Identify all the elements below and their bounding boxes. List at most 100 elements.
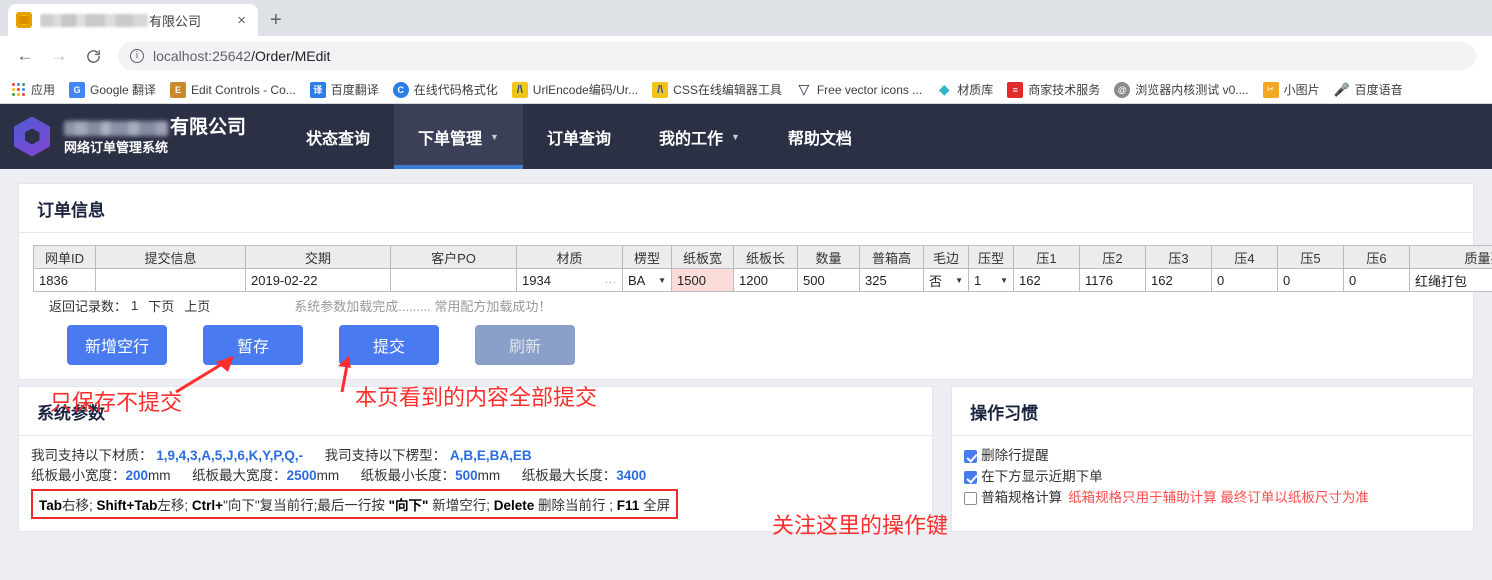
order-info-card: 订单信息 网单ID 提交信息 交期 客户PO 材质	[18, 183, 1474, 380]
prev-page-link[interactable]: 上页	[184, 296, 210, 315]
shortcut-text-4: 新增空行;	[428, 498, 493, 513]
table-row[interactable]: 1836 2019-02-22 1934 ... BA	[34, 269, 1492, 292]
tab-title: 有限公司	[40, 11, 233, 30]
info-icon[interactable]: i	[130, 49, 144, 63]
bookmark-code-format[interactable]: C 在线代码格式化	[393, 81, 498, 98]
cell-submit-info[interactable]	[96, 269, 246, 292]
add-empty-row-button[interactable]: 新增空行	[67, 325, 167, 365]
cell-delivery-date[interactable]: 2019-02-22	[246, 269, 391, 292]
material-library-icon: ◆	[936, 82, 952, 98]
cell-material[interactable]: 1934 ...	[517, 269, 623, 292]
bookmark-edit-controls[interactable]: E Edit Controls - Co...	[170, 82, 296, 98]
close-icon[interactable]: ×	[233, 12, 250, 29]
chevron-down-icon: ▼	[490, 132, 499, 142]
url-path: /Order/MEdit	[251, 48, 330, 64]
bookmark-small-image[interactable]: ✂ 小图片	[1263, 81, 1320, 98]
bookmark-css-tools[interactable]: /\ CSS在线编辑器工具	[652, 81, 782, 98]
bookmark-apps[interactable]: 应用	[10, 81, 55, 98]
merchant-service-icon: ≡	[1007, 82, 1023, 98]
shortcut-text-3: "向下"复当前行;最后一行按	[223, 498, 389, 513]
cell-press2[interactable]: 1176	[1080, 269, 1146, 292]
nav-item-help-doc[interactable]: 帮助文档	[764, 104, 876, 169]
shortcut-hint-box: Tab右移; Shift+Tab左移; Ctrl+"向下"复当前行;最后一行按 …	[31, 489, 678, 519]
chevron-down-icon[interactable]: ▼	[1000, 276, 1008, 285]
max-width-value: 2500	[287, 468, 317, 483]
checkbox-icon[interactable]	[964, 450, 977, 463]
bookmark-google-translate[interactable]: G Google 翻译	[69, 81, 156, 98]
bottom-panels: 系统参数 我司支持以下材质： 1,9,4,3,A,5,J,6,K,Y,P,Q,-…	[18, 386, 1474, 532]
bookmark-merchant-service[interactable]: ≡ 商家技术服务	[1007, 81, 1100, 98]
bookmark-label: 材质库	[957, 81, 993, 98]
shortcut-text-2: 左移;	[157, 498, 192, 513]
refresh-button: 刷新	[475, 325, 575, 365]
bookmark-label: 应用	[31, 81, 55, 98]
cell-press4[interactable]: 0	[1212, 269, 1278, 292]
col-press5: 压5	[1278, 246, 1344, 269]
nav-label: 我的工作	[659, 125, 723, 149]
cell-burr[interactable]: 否 ▼	[924, 269, 969, 292]
bookmark-browser-core-test[interactable]: @ 浏览器内核测试 v0....	[1114, 81, 1248, 98]
cell-press6[interactable]: 0	[1344, 269, 1410, 292]
checkbox-icon[interactable]	[964, 492, 977, 505]
table-status-line: 返回记录数： 1 下页 上页 系统参数加载完成......... 常用配方加载成…	[19, 292, 1473, 315]
nav-label: 下单管理	[418, 125, 482, 149]
nav-label: 订单查询	[547, 125, 611, 149]
back-icon[interactable]: ←	[10, 41, 40, 71]
habits-card: 操作习惯 删除行提醒 在下方显示近期下单 普箱规格计算 纸箱规格只用于辅助计算 …	[951, 386, 1474, 532]
max-length-value: 3400	[616, 468, 646, 483]
order-table: 网单ID 提交信息 交期 客户PO 材质 楞型 纸板宽 纸板长 数量 普箱高 毛…	[33, 245, 1492, 292]
col-quality-req: 质量要求	[1410, 246, 1492, 269]
css-tools-icon: /\	[652, 82, 668, 98]
redacted-company-name	[40, 14, 148, 27]
nav-item-my-work[interactable]: 我的工作 ▼	[635, 104, 764, 169]
cell-press3[interactable]: 162	[1146, 269, 1212, 292]
col-delivery-date: 交期	[246, 246, 391, 269]
material-label: 我司支持以下材质：	[31, 448, 153, 463]
cell-material-value: 1934	[522, 273, 551, 288]
habit-show-recent-orders[interactable]: 在下方显示近期下单	[964, 467, 1461, 487]
reload-icon[interactable]	[78, 41, 108, 71]
col-customer-po: 客户PO	[391, 246, 517, 269]
cell-quantity[interactable]: 500	[798, 269, 860, 292]
board-size-line: 纸板最小宽度：200mm 纸板最大宽度：2500mm 纸板最小长度：500mm …	[31, 466, 920, 486]
nav-item-status-query[interactable]: 状态查询	[282, 104, 394, 169]
chevron-down-icon[interactable]: ▼	[658, 276, 666, 285]
record-count-value: 1	[131, 298, 138, 313]
habit-delete-row-reminder[interactable]: 删除行提醒	[964, 446, 1461, 466]
cell-press5[interactable]: 0	[1278, 269, 1344, 292]
checkbox-icon[interactable]	[964, 471, 977, 484]
col-press2: 压2	[1080, 246, 1146, 269]
bookmark-material-library[interactable]: ◆ 材质库	[936, 81, 993, 98]
cell-flute[interactable]: BA ▼	[623, 269, 672, 292]
chevron-down-icon[interactable]: ▼	[955, 276, 963, 285]
nav-item-order-management[interactable]: 下单管理 ▼	[394, 104, 523, 169]
cell-box-height[interactable]: 325	[860, 269, 924, 292]
bookmark-urlencode[interactable]: /\ UrlEncode编码/Ur...	[512, 81, 638, 98]
browser-toolbar: ← → i localhost:25642/Order/MEdit	[0, 36, 1492, 76]
shortcut-text-6: 全屏	[639, 498, 670, 513]
bookmark-label: 在线代码格式化	[414, 81, 498, 98]
browser-tab[interactable]: 有限公司 ×	[8, 4, 258, 36]
more-options-icon[interactable]: ...	[605, 274, 617, 286]
new-tab-button[interactable]: +	[270, 9, 282, 32]
address-bar[interactable]: i localhost:25642/Order/MEdit	[118, 42, 1476, 70]
urlencode-icon: /\	[512, 82, 528, 98]
bookmark-label: CSS在线编辑器工具	[673, 81, 782, 98]
cell-board-length[interactable]: 1200	[734, 269, 798, 292]
bookmark-free-vector-icons[interactable]: ▽ Free vector icons ...	[796, 82, 922, 98]
url-host: localhost:25642	[153, 48, 251, 64]
cell-board-width[interactable]: 1500	[672, 269, 734, 292]
cell-wangdan-id[interactable]: 1836	[34, 269, 96, 292]
next-page-link[interactable]: 下页	[148, 296, 174, 315]
nav-label: 帮助文档	[788, 125, 852, 149]
cell-quality-req[interactable]: 红绳打包	[1410, 269, 1492, 292]
cell-press-type[interactable]: 1 ▼	[969, 269, 1014, 292]
habit-box-spec-calc[interactable]: 普箱规格计算 纸箱规格只用于辅助计算 最终订单以纸板尺寸为准	[964, 488, 1461, 508]
brand-company-suffix: 有限公司	[170, 117, 246, 139]
bookmark-baidu-translate[interactable]: 译 百度翻译	[310, 81, 379, 98]
cell-press1[interactable]: 162	[1014, 269, 1080, 292]
bookmark-baidu-voice[interactable]: 🎤 百度语音	[1334, 81, 1403, 98]
max-width-unit: mm	[317, 468, 340, 483]
nav-item-order-query[interactable]: 订单查询	[523, 104, 635, 169]
cell-customer-po[interactable]	[391, 269, 517, 292]
